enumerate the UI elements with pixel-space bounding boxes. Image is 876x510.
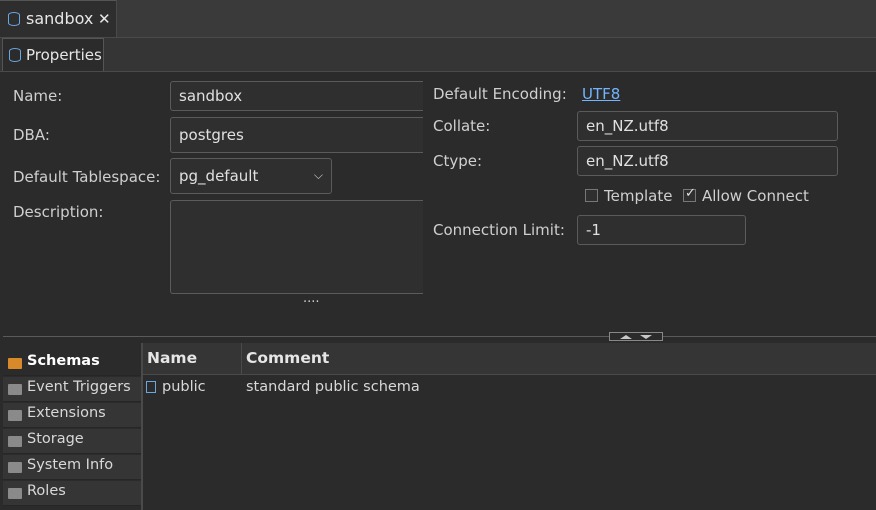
ctype-input[interactable]: en_NZ.utf8 <box>577 146 838 176</box>
resize-handle[interactable]: .... <box>303 291 320 306</box>
panel-splitter[interactable] <box>3 336 876 337</box>
tab-properties-label: Properties <box>26 46 102 64</box>
allow-connect-checkbox[interactable] <box>683 186 696 202</box>
tablespace-select[interactable]: pg_default ⌵ <box>170 158 332 194</box>
sidebar-item-label: System Info <box>27 457 114 473</box>
roles-icon <box>8 488 22 499</box>
allow-connect-label: Allow Connect <box>702 187 809 205</box>
folder-icon <box>8 384 22 395</box>
dba-label: DBA: <box>13 126 50 144</box>
table-row[interactable]: public standard public schema <box>143 376 876 400</box>
extensions-icon <box>8 410 22 421</box>
name-input[interactable]: sandbox <box>170 81 423 111</box>
row-comment: standard public schema <box>246 379 420 395</box>
schemas-icon <box>8 358 22 369</box>
sidebar-item-label: Roles <box>27 483 66 499</box>
encoding-link[interactable]: UTF8 <box>582 85 620 103</box>
name-label: Name: <box>13 87 63 105</box>
editor-tab-label: sandbox <box>26 9 94 28</box>
dba-input[interactable]: postgres <box>170 117 423 153</box>
row-name: public <box>162 379 206 395</box>
description-textarea[interactable] <box>170 200 423 294</box>
sidebar-item-label: Schemas <box>27 353 100 369</box>
sidebar-item-event-triggers[interactable]: Event Triggers <box>3 377 141 402</box>
template-checkbox[interactable] <box>585 189 598 202</box>
database-icon <box>9 48 21 62</box>
template-label: Template <box>604 187 673 205</box>
tablespace-label: Default Tablespace: <box>13 168 161 186</box>
database-icon <box>8 12 20 26</box>
tab-properties[interactable]: Properties <box>2 38 104 71</box>
sidebar-item-label: Event Triggers <box>27 379 131 395</box>
sidebar-item-storage[interactable]: Storage <box>3 429 141 454</box>
conn-limit-input[interactable]: -1 <box>577 215 746 245</box>
sidebar-item-roles[interactable]: Roles <box>3 481 141 506</box>
expand-down-icon <box>640 335 652 339</box>
editor-tab-bar <box>0 0 876 38</box>
system-info-icon <box>8 462 22 473</box>
tablespace-value: pg_default <box>179 167 259 185</box>
sidebar-item-label: Storage <box>27 431 84 447</box>
encoding-label: Default Encoding: <box>433 85 567 103</box>
editor-tab-sandbox[interactable]: sandbox ✕ <box>0 0 117 37</box>
chevron-down-icon: ⌵ <box>313 168 323 182</box>
sub-tab-bar <box>0 38 876 72</box>
schema-icon <box>146 381 156 393</box>
collapse-up-icon <box>620 335 632 339</box>
column-divider[interactable] <box>241 343 242 374</box>
sidebar-item-schemas[interactable]: Schemas <box>3 351 141 376</box>
column-header-name[interactable]: Name <box>147 349 197 367</box>
sidebar-item-label: Extensions <box>27 405 106 421</box>
column-header-comment[interactable]: Comment <box>246 349 329 367</box>
description-label: Description: <box>13 203 104 221</box>
conn-limit-label: Connection Limit: <box>433 221 565 239</box>
storage-icon <box>8 436 22 447</box>
splitter-toggle[interactable] <box>609 332 663 341</box>
sidebar-item-system-info[interactable]: System Info <box>3 455 141 480</box>
close-icon[interactable]: ✕ <box>98 10 111 28</box>
collate-label: Collate: <box>433 117 491 135</box>
sidebar-item-extensions[interactable]: Extensions <box>3 403 141 428</box>
collate-input[interactable]: en_NZ.utf8 <box>577 111 838 141</box>
ctype-label: Ctype: <box>433 152 483 170</box>
